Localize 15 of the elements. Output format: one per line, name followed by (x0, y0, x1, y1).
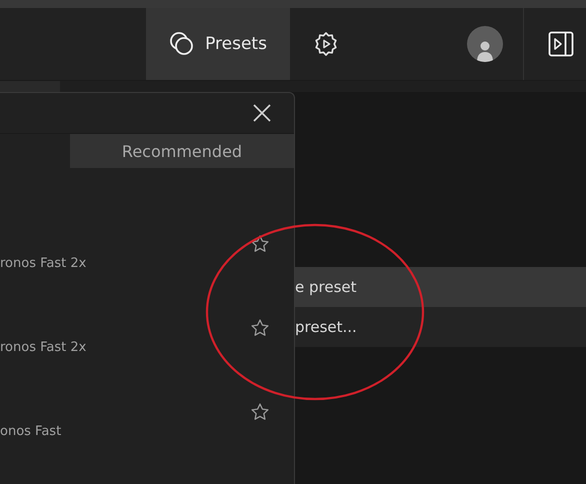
presets-button[interactable]: Presets (146, 8, 290, 80)
preset-name[interactable]: ronos Fast 2x (0, 340, 86, 355)
close-button[interactable] (252, 103, 272, 124)
star-icon[interactable] (250, 234, 270, 254)
star-icon[interactable] (250, 402, 270, 422)
menu-item[interactable]: e preset (295, 267, 586, 307)
preset-name[interactable]: ronos Fast 2x (0, 256, 86, 271)
menu-item[interactable]: preset... (295, 307, 586, 347)
preset-name[interactable]: onos Fast (0, 424, 62, 439)
avatar-icon[interactable] (467, 26, 503, 62)
recommended-tab[interactable]: Recommended (70, 134, 294, 168)
circles-icon (169, 31, 196, 57)
gear-icon[interactable] (313, 31, 339, 57)
star-icon[interactable] (250, 318, 270, 338)
sidebar-toggle-icon[interactable] (548, 31, 574, 57)
